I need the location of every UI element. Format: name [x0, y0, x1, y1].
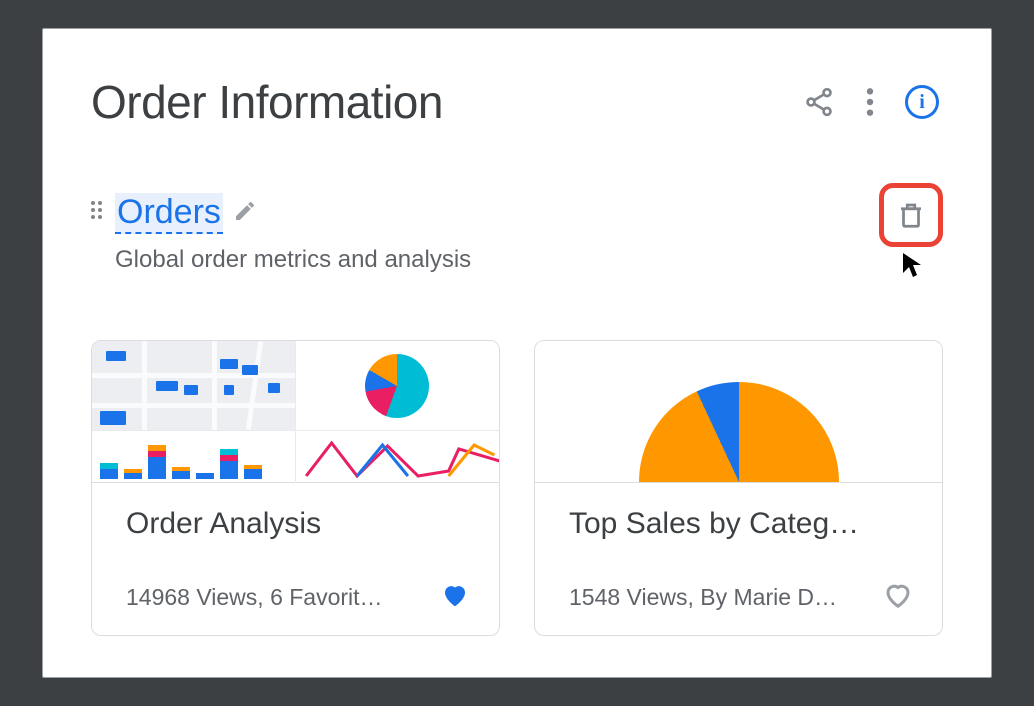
dashboard-card[interactable]: Top Sales by Categ… 1548 Views, By Marie…: [534, 340, 943, 636]
dashboard-card[interactable]: Order Analysis 14968 Views, 6 Favorit…: [91, 340, 500, 636]
mini-bar-chart: [92, 431, 296, 483]
share-icon[interactable]: [803, 86, 835, 118]
header: Order Information i: [91, 75, 943, 129]
pencil-icon[interactable]: [233, 199, 257, 228]
card-title: Top Sales by Categ…: [569, 507, 914, 541]
header-actions: i: [803, 85, 939, 119]
card-body: Order Analysis 14968 Views, 6 Favorit…: [92, 483, 499, 635]
section-title-block: Orders Global order metrics and analysis: [115, 193, 471, 274]
card-meta: 14968 Views, 6 Favorit…: [126, 584, 383, 611]
mini-map: [92, 341, 296, 431]
info-glyph: i: [919, 91, 925, 114]
cursor-icon: [901, 251, 925, 279]
mini-line-chart: [296, 431, 500, 483]
card-title: Order Analysis: [126, 507, 471, 541]
card-body: Top Sales by Categ… 1548 Views, By Marie…: [535, 483, 942, 635]
more-vert-icon[interactable]: [865, 86, 875, 118]
section-subtitle: Global order metrics and analysis: [115, 246, 471, 274]
cards-row: Order Analysis 14968 Views, 6 Favorit… T…: [91, 340, 943, 636]
mini-pie-chart: [296, 341, 500, 431]
half-pie-chart: [639, 382, 839, 482]
favorite-icon[interactable]: [439, 580, 471, 615]
info-icon[interactable]: i: [905, 85, 939, 119]
section-title[interactable]: Orders: [115, 193, 223, 234]
card-meta: 1548 Views, By Marie D…: [569, 584, 837, 611]
card-preview: [92, 341, 499, 483]
trash-icon: [896, 198, 926, 232]
page-title: Order Information: [91, 75, 443, 129]
section-header: Orders Global order metrics and analysis: [91, 193, 943, 274]
dashboard-panel: Order Information i Orders: [42, 28, 992, 678]
favorite-icon[interactable]: [882, 580, 914, 615]
card-preview: [535, 341, 942, 483]
delete-button[interactable]: [879, 183, 943, 247]
drag-handle-icon[interactable]: [91, 201, 105, 219]
